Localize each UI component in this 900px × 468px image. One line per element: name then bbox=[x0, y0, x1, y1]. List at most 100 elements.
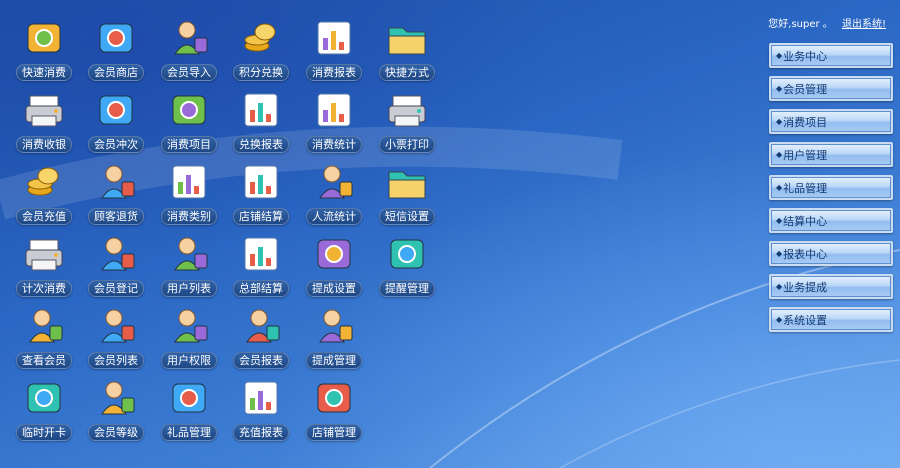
tile-label: 总部结算 bbox=[233, 280, 289, 297]
tile-label: 兑换报表 bbox=[233, 136, 289, 153]
tile-label: 消费收银 bbox=[16, 136, 72, 153]
bullet-icon: ◆ bbox=[776, 183, 783, 192]
menu-item[interactable]: ◆ 用户管理 bbox=[769, 142, 893, 167]
tile-label: 店铺结算 bbox=[233, 208, 289, 225]
coins-icon bbox=[22, 160, 66, 204]
tile-org-chart[interactable]: 消费类别 bbox=[156, 160, 222, 226]
side-menu: ◆ 业务中心 ◆ 会员管理 ◆ 消费项目 ◆ 用户管理 ◆ 礼品管理 ◆ 结算中心 ◆ 报表中心 ◆ 业务提成… bbox=[769, 43, 893, 340]
tile-gift[interactable]: 礼品管理 bbox=[156, 376, 222, 442]
tile-label: 消费类别 bbox=[161, 208, 217, 225]
user-permission-icon bbox=[167, 304, 211, 348]
tile-count-register[interactable]: 计次消费 bbox=[11, 232, 77, 298]
menu-item[interactable]: ◆ 礼品管理 bbox=[769, 175, 893, 200]
menu-item[interactable]: ◆ 报表中心 bbox=[769, 241, 893, 266]
bullet-icon: ◆ bbox=[776, 150, 783, 159]
menu-item[interactable]: ◆ 结算中心 bbox=[769, 208, 893, 233]
tile-label: 充值报表 bbox=[233, 424, 289, 441]
tile-user-return[interactable]: 顾客退货 bbox=[83, 160, 149, 226]
tile-store[interactable]: 店铺管理 bbox=[301, 376, 367, 442]
tile-label: 快速消费 bbox=[16, 64, 72, 81]
tile-pie-chart[interactable]: 兑换报表 bbox=[228, 88, 294, 154]
tile-label: 人流统计 bbox=[306, 208, 362, 225]
tile-envelope-gear[interactable]: 短信设置 bbox=[374, 160, 440, 226]
tile-label: 会员充值 bbox=[16, 208, 72, 225]
tile-shopping-basket[interactable]: 消费项目 bbox=[156, 88, 222, 154]
tile-temp-card[interactable]: 临时开卡 bbox=[11, 376, 77, 442]
tile-user-list[interactable]: 会员列表 bbox=[83, 304, 149, 370]
user-level-icon bbox=[94, 376, 138, 420]
hq-settle-icon bbox=[239, 232, 283, 276]
tile-user-permission[interactable]: 用户权限 bbox=[156, 304, 222, 370]
tile-user-level[interactable]: 会员等级 bbox=[83, 376, 149, 442]
tile-user-report[interactable]: 会员报表 bbox=[228, 304, 294, 370]
logout-link[interactable]: 退出系统! bbox=[842, 19, 886, 30]
menu-item-label: 用户管理 bbox=[783, 148, 828, 162]
tile-label: 会员商店 bbox=[88, 64, 144, 81]
tile-people[interactable]: 人流统计 bbox=[301, 160, 367, 226]
bullet-icon: ◆ bbox=[776, 282, 783, 291]
envelope-gear-icon bbox=[385, 160, 429, 204]
tile-pie-settle[interactable]: 店铺结算 bbox=[228, 160, 294, 226]
tile-user-lock[interactable]: 会员导入 bbox=[156, 16, 222, 82]
tile-label: 会员报表 bbox=[233, 352, 289, 369]
user-return-icon bbox=[94, 160, 138, 204]
tile-person-gold[interactable]: 提成管理 bbox=[301, 304, 367, 370]
tile-label: 用户列表 bbox=[161, 280, 217, 297]
tile-money-bag[interactable]: 积分兑换 bbox=[228, 16, 294, 82]
user-list-icon bbox=[94, 304, 138, 348]
tile-database[interactable]: 提成设置 bbox=[301, 232, 367, 298]
tile-folder[interactable]: 快捷方式 bbox=[374, 16, 440, 82]
tile-label: 会员列表 bbox=[88, 352, 144, 369]
tile-calculator[interactable]: 会员冲次 bbox=[83, 88, 149, 154]
user-lock-icon bbox=[167, 16, 211, 60]
gift-icon bbox=[167, 376, 211, 420]
tile-label: 消费报表 bbox=[306, 64, 362, 81]
person-gold-icon bbox=[312, 304, 356, 348]
tile-users-list[interactable]: 用户列表 bbox=[156, 232, 222, 298]
menu-item[interactable]: ◆ 消费项目 bbox=[769, 109, 893, 134]
tile-label: 计次消费 bbox=[16, 280, 72, 297]
tile-card-payment[interactable]: 快速消费 bbox=[11, 16, 77, 82]
tile-user-view[interactable]: 查看会员 bbox=[11, 304, 77, 370]
folder-icon bbox=[385, 16, 429, 60]
tile-monitor-clock[interactable]: 提醒管理 bbox=[374, 232, 440, 298]
org-chart-icon bbox=[167, 160, 211, 204]
tile-label: 积分兑换 bbox=[233, 64, 289, 81]
bullet-icon: ◆ bbox=[776, 84, 783, 93]
globe-arrow-icon bbox=[94, 16, 138, 60]
bar-report-icon bbox=[312, 16, 356, 60]
tile-label: 礼品管理 bbox=[161, 424, 217, 441]
calculator-icon bbox=[94, 88, 138, 132]
bullet-icon: ◆ bbox=[776, 216, 783, 225]
tile-user-register[interactable]: 会员登记 bbox=[83, 232, 149, 298]
tile-hq-settle[interactable]: 总部结算 bbox=[228, 232, 294, 298]
tile-label: 快捷方式 bbox=[379, 64, 435, 81]
recharge-report-icon bbox=[239, 376, 283, 420]
menu-item[interactable]: ◆ 会员管理 bbox=[769, 76, 893, 101]
tile-printer[interactable]: 小票打印 bbox=[374, 88, 440, 154]
bullet-icon: ◆ bbox=[776, 249, 783, 258]
tile-coins[interactable]: 会员充值 bbox=[11, 160, 77, 226]
menu-item[interactable]: ◆ 业务提成 bbox=[769, 274, 893, 299]
bullet-icon: ◆ bbox=[776, 315, 783, 324]
menu-item[interactable]: ◆ 业务中心 bbox=[769, 43, 893, 68]
user-view-icon bbox=[22, 304, 66, 348]
tile-label: 用户权限 bbox=[161, 352, 217, 369]
tile-globe-arrow[interactable]: 会员商店 bbox=[83, 16, 149, 82]
tile-bar-stats[interactable]: 消费统计 bbox=[301, 88, 367, 154]
monitor-clock-icon bbox=[385, 232, 429, 276]
tile-label: 会员等级 bbox=[88, 424, 144, 441]
menu-item[interactable]: ◆ 系统设置 bbox=[769, 307, 893, 332]
tile-bar-report[interactable]: 消费报表 bbox=[301, 16, 367, 82]
temp-card-icon bbox=[22, 376, 66, 420]
people-icon bbox=[312, 160, 356, 204]
menu-item-label: 系统设置 bbox=[783, 313, 828, 327]
pie-settle-icon bbox=[239, 160, 283, 204]
users-list-icon bbox=[167, 232, 211, 276]
tile-cash-register[interactable]: 消费收银 bbox=[11, 88, 77, 154]
tile-recharge-report[interactable]: 充值报表 bbox=[228, 376, 294, 442]
user-greeting-bar: 您好,super 。 退出系统! bbox=[768, 15, 886, 30]
menu-item-label: 业务提成 bbox=[783, 280, 828, 294]
tile-label: 短信设置 bbox=[379, 208, 435, 225]
menu-item-label: 结算中心 bbox=[783, 214, 828, 228]
